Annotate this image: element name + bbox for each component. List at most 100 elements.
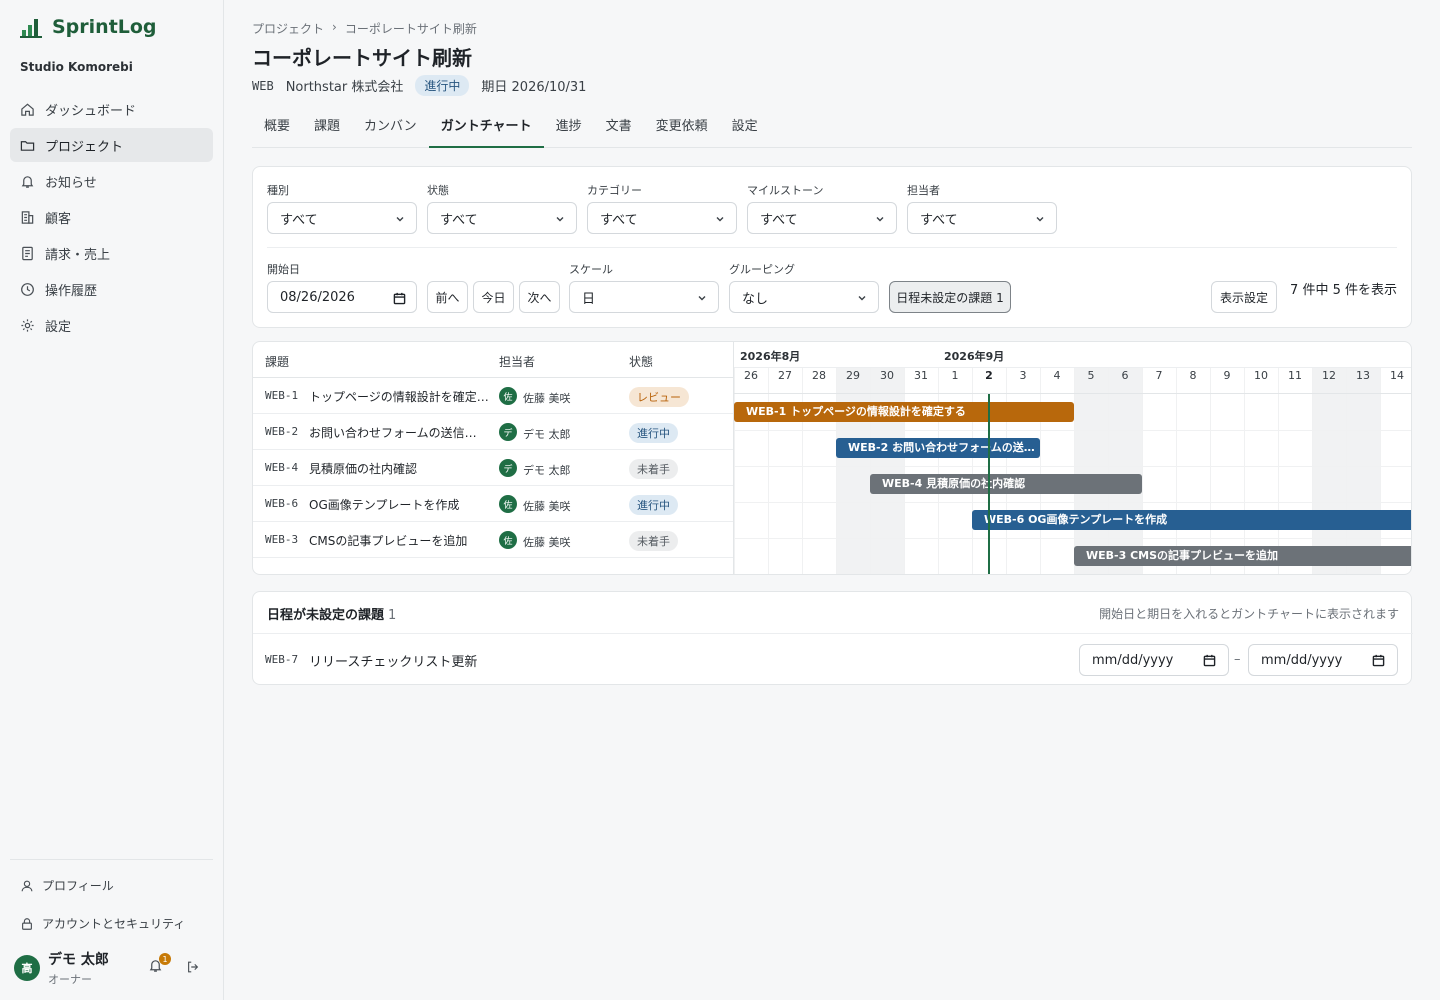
project-due: 期日 2026/10/31 [481, 80, 587, 95]
assignee-name: 佐藤 美咲 [523, 500, 571, 513]
breadcrumb-projects-link[interactable]: プロジェクト [252, 20, 324, 37]
issue-title[interactable]: リリースチェックリスト更新 [309, 651, 477, 670]
gantt-bar[interactable]: WEB-1 トップページの情報設計を確定する [734, 402, 1074, 422]
assignee-filter-select[interactable]: すべて [907, 202, 1057, 234]
sidebar-item-dashboard[interactable]: ダッシュボード [10, 92, 213, 126]
scale-select[interactable]: 日 [569, 281, 719, 313]
gantt-timeline: 2026年8月 2026年9月 26 27 28 29 30 31 1 2 3 4 5 6 7 8 9 10 11 1… [733, 342, 1411, 574]
tab-gantt[interactable]: ガントチャート [428, 108, 544, 148]
sidebar-item-security[interactable]: アカウントとセキュリティ [20, 915, 185, 932]
day-label: 4 [1053, 369, 1061, 382]
issue-title[interactable]: OG画像テンプレートを作成 [309, 496, 489, 513]
sidebar-item-label: ダッシュボード [45, 103, 137, 119]
issue-column-header: 課題 [265, 355, 290, 369]
calendar-icon [1203, 654, 1216, 667]
unscheduled-end-date-input[interactable]: mm/dd/yyyy [1248, 644, 1398, 676]
tab-change-requests[interactable]: 変更依頼 [644, 108, 720, 148]
issue-title[interactable]: 見積原価の社内確認 [309, 460, 489, 477]
day-column [1346, 368, 1380, 574]
issue-key[interactable]: WEB-6 [265, 497, 298, 510]
status-badge: 未着手 [629, 459, 678, 479]
milestone-filter-select[interactable]: すべて [747, 202, 897, 234]
sidebar-item-projects[interactable]: プロジェクト [10, 128, 213, 162]
sidebar-nav: ダッシュボード プロジェクト お知らせ 顧客 請求・売上 操作履歴 設定 [10, 92, 213, 344]
tab-issues[interactable]: 課題 [302, 108, 352, 148]
sidebar: SprintLog Studio Komorebi ダッシュボード プロジェクト… [0, 0, 224, 1000]
gantt-bar[interactable]: WEB-3 CMSの記事プレビューを追加 [1074, 546, 1411, 566]
issue-title[interactable]: お問い合わせフォームの送信… [309, 424, 489, 441]
table-row[interactable]: WEB-3 CMSの記事プレビューを追加佐佐藤 美咲 未着手 [253, 522, 733, 558]
sidebar-item-clients[interactable]: 顧客 [10, 200, 213, 234]
day-label: 1 [951, 369, 959, 382]
issue-title[interactable]: トップページの情報設計を確定… [309, 388, 489, 405]
row-divider [734, 430, 1411, 431]
tab-settings[interactable]: 設定 [720, 108, 770, 148]
day-column [1278, 368, 1312, 574]
project-code: WEB [252, 78, 274, 93]
user-name: デモ 太郎 [48, 952, 109, 968]
sidebar-item-label: 顧客 [45, 211, 72, 227]
org-name: Studio Komorebi [20, 60, 133, 74]
end-date-placeholder: mm/dd/yyyy [1261, 652, 1343, 668]
sidebar-item-profile[interactable]: プロフィール [20, 877, 114, 894]
row-divider [734, 538, 1411, 539]
unscheduled-start-date-input[interactable]: mm/dd/yyyy [1079, 644, 1229, 676]
next-button[interactable]: 次へ [519, 281, 560, 313]
day-column [870, 368, 904, 574]
issue-key[interactable]: WEB-1 [265, 389, 298, 402]
issue-key[interactable]: WEB-4 [265, 461, 298, 474]
gear-icon [21, 318, 34, 332]
app-logo[interactable]: SprintLog [20, 16, 157, 38]
today-marker [988, 394, 990, 574]
day-column [938, 368, 972, 574]
day-label: 11 [1288, 369, 1302, 382]
status-badge: 進行中 [629, 495, 678, 515]
day-column [1006, 368, 1040, 574]
sidebar-item-history[interactable]: 操作履歴 [10, 272, 213, 306]
issue-key[interactable]: WEB-2 [265, 425, 298, 438]
breadcrumb-separator: › [332, 20, 337, 34]
sidebar-item-label: プロジェクト [45, 139, 124, 155]
day-label: 26 [744, 369, 758, 382]
sidebar-item-notifications[interactable]: お知らせ [10, 164, 213, 198]
today-button[interactable]: 今日 [473, 281, 514, 313]
type-filter-value: すべて [280, 212, 318, 228]
gantt-bar[interactable]: WEB-6 OG画像テンプレートを作成 [972, 510, 1411, 530]
timeline-header-divider [734, 393, 1411, 394]
avatar[interactable]: 高 [14, 955, 40, 981]
category-filter-value: すべて [600, 212, 638, 228]
grouping-select[interactable]: なし [729, 281, 879, 313]
display-settings-button[interactable]: 表示設定 [1211, 281, 1277, 313]
tab-progress[interactable]: 進捗 [544, 108, 594, 148]
status-filter-label: 状態 [427, 184, 449, 197]
sidebar-item-label: 請求・売上 [45, 247, 111, 263]
type-filter-select[interactable]: すべて [267, 202, 417, 234]
start-date-input[interactable]: 08/26/2026 [267, 281, 417, 313]
notifications-button[interactable]: 1 [148, 953, 171, 977]
table-row[interactable]: WEB-2 お問い合わせフォームの送信… デデモ 太郎 進行中 [253, 414, 733, 450]
tab-documents[interactable]: 文書 [594, 108, 644, 148]
type-filter-label: 種別 [267, 184, 289, 197]
issue-key[interactable]: WEB-7 [265, 653, 298, 666]
table-row[interactable]: WEB-6 OG画像テンプレートを作成佐佐藤 美咲 進行中 [253, 486, 733, 522]
unscheduled-toggle-button[interactable]: 日程未設定の課題 1 [889, 281, 1011, 313]
calendar-icon [393, 292, 406, 305]
gantt-bar[interactable]: WEB-2 お問い合わせフォームの送… [836, 438, 1040, 458]
prev-button[interactable]: 前へ [427, 281, 468, 313]
category-filter-select[interactable]: すべて [587, 202, 737, 234]
sidebar-item-settings[interactable]: 設定 [10, 308, 213, 342]
sidebar-item-billing[interactable]: 請求・売上 [10, 236, 213, 270]
start-date-placeholder: mm/dd/yyyy [1092, 652, 1174, 668]
issue-key[interactable]: WEB-3 [265, 533, 298, 546]
project-client: Northstar 株式会社 [285, 80, 404, 95]
issue-title[interactable]: CMSの記事プレビューを追加 [309, 532, 489, 549]
result-count: 7 件中 5 件を表示 [1290, 283, 1397, 298]
status-filter-select[interactable]: すべて [427, 202, 577, 234]
scale-label: スケール [569, 263, 613, 276]
logout-button[interactable] [186, 960, 200, 978]
tab-overview[interactable]: 概要 [252, 108, 302, 148]
table-row[interactable]: WEB-4 見積原価の社内確認デデモ 太郎 未着手 [253, 450, 733, 486]
table-row[interactable]: WEB-1 トップページの情報設計を確定… 佐佐藤 美咲 レビュー [253, 378, 733, 414]
gantt-bar[interactable]: WEB-4 見積原価の社内確認 [870, 474, 1142, 494]
tab-kanban[interactable]: カンバン [352, 108, 429, 148]
